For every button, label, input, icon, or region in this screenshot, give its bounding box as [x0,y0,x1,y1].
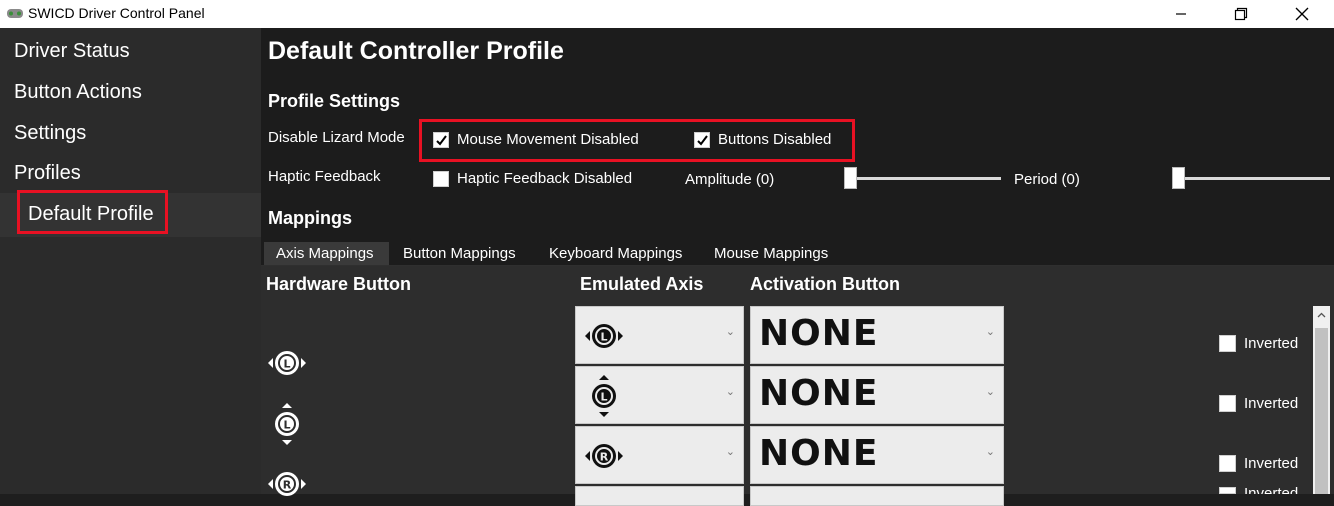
page-title: Default Controller Profile [268,37,564,65]
tab-button-mappings[interactable]: Button Mappings [403,242,516,266]
inverted-label: Inverted [1244,335,1299,352]
emulated-axis-select[interactable] [575,486,744,506]
svg-text:L: L [600,391,607,404]
inverted-checkbox[interactable] [1219,395,1236,412]
chevron-down-icon: ⌄ [725,386,735,398]
svg-text:L: L [600,331,607,344]
inverted-label: Inverted [1244,395,1299,412]
scroll-up-arrow-icon[interactable] [1316,310,1327,321]
haptic-disabled-checkbox[interactable] [433,171,449,187]
svg-text:R: R [283,479,292,492]
inverted-label: Inverted [1244,455,1299,472]
svg-text:L: L [283,358,290,371]
left-stick-horizontal-icon: L [268,351,306,375]
activation-button-select[interactable]: NONE ⌄ [750,426,1004,484]
activation-button-select[interactable]: NONE ⌄ [750,366,1004,424]
close-icon [1295,7,1309,21]
chevron-down-icon: ⌄ [725,446,735,458]
tab-keyboard-mappings[interactable]: Keyboard Mappings [549,242,682,266]
amplitude-slider-track[interactable] [847,177,1001,180]
right-stick-horizontal-icon: R [268,472,306,496]
inverted-label: Inverted [1244,485,1299,494]
period-slider-track[interactable] [1175,177,1330,180]
sidebar-item-profiles[interactable]: Profiles [14,162,81,185]
activation-button-select[interactable] [750,486,1004,506]
mappings-heading: Mappings [268,208,352,228]
minimize-button[interactable] [1158,0,1204,28]
gamepad-icon [7,9,23,18]
sidebar-item-button-actions[interactable]: Button Actions [14,81,142,104]
inverted-checkbox[interactable] [1219,335,1236,352]
window-title: SWICD Driver Control Panel [28,5,205,21]
haptic-disabled-label: Haptic Feedback Disabled [457,170,633,187]
period-slider-thumb[interactable] [1172,167,1185,189]
highlight-box-default-profile [17,190,168,234]
inverted-checkbox[interactable] [1219,487,1236,494]
tab-mouse-mappings[interactable]: Mouse Mappings [714,242,828,266]
right-stick-horizontal-icon: R [585,444,623,468]
sidebar-item-driver-status[interactable]: Driver Status [14,40,130,63]
left-stick-vertical-icon: L [275,403,299,445]
title-bar: SWICD Driver Control Panel [0,0,1334,28]
highlight-box-lizard-options [419,119,855,162]
emulated-axis-select[interactable]: L ⌄ [575,366,744,424]
chevron-down-icon: ⌄ [985,326,995,338]
emulated-axis-select[interactable]: L ⌄ [575,306,744,364]
minimize-icon [1176,13,1186,15]
svg-text:R: R [600,451,609,464]
period-label: Period (0) [1014,171,1080,188]
chevron-down-icon: ⌄ [725,326,735,338]
amplitude-label: Amplitude (0) [685,171,775,188]
column-header-activation: Activation Button [750,274,900,294]
activation-button-value: NONE [759,313,879,354]
amplitude-slider-thumb[interactable] [844,167,857,189]
profile-settings-heading: Profile Settings [268,91,401,111]
sidebar: Driver Status Button Actions Settings Pr… [0,28,261,494]
column-header-hardware: Hardware Button [266,274,412,294]
axis-mappings-grid: Hardware Button Emulated Axis Activation… [261,266,1334,506]
column-header-emulated: Emulated Axis [580,274,704,294]
sidebar-item-settings[interactable]: Settings [14,122,86,145]
lizard-mode-label: Disable Lizard Mode [268,129,405,146]
inverted-checkbox[interactable] [1219,455,1236,472]
tab-axis-mappings[interactable]: Axis Mappings [264,242,389,266]
scrollbar-thumb[interactable] [1315,328,1328,494]
haptic-feedback-label: Haptic Feedback [268,168,381,185]
left-stick-vertical-icon: L [592,375,616,417]
chevron-down-icon: ⌄ [985,386,995,398]
activation-button-value: NONE [759,373,879,414]
restore-button[interactable] [1218,0,1264,28]
activation-button-select[interactable]: NONE ⌄ [750,306,1004,364]
activation-button-value: NONE [759,433,879,474]
close-button[interactable] [1279,0,1325,28]
left-stick-horizontal-icon: L [585,324,623,348]
emulated-axis-select[interactable]: R ⌄ [575,426,744,484]
restore-icon [1234,7,1248,21]
chevron-down-icon: ⌄ [985,446,995,458]
vertical-scrollbar[interactable] [1313,306,1330,494]
main-panel: Default Controller Profile Profile Setti… [261,28,1334,506]
svg-text:L: L [283,419,290,432]
